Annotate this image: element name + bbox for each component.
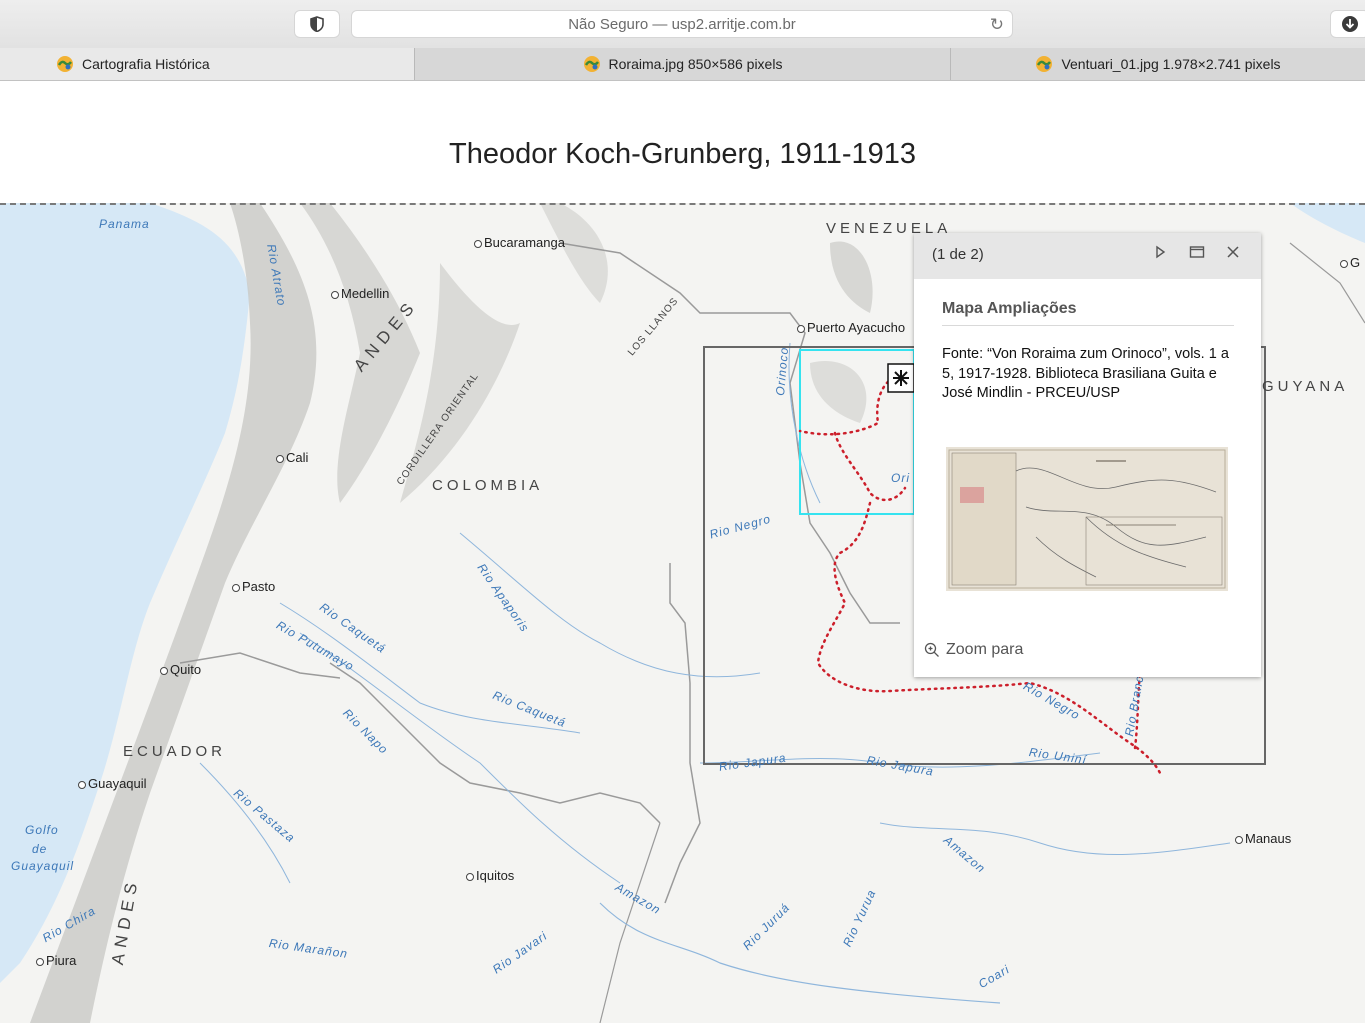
- tab-ventuari[interactable]: Ventuari_01.jpg 1.978×2.741 pixels: [951, 48, 1365, 80]
- city-label: Guayaquil: [78, 776, 147, 791]
- zoom-label: Zoom para: [946, 641, 1024, 658]
- country-label: GUYANA: [1262, 378, 1349, 395]
- tab-label: Ventuari_01.jpg 1.978×2.741 pixels: [1061, 56, 1281, 72]
- play-next-icon: [1156, 245, 1166, 259]
- city-label: Pasto: [232, 579, 275, 594]
- city-label: Cali: [276, 450, 308, 465]
- city-label: G: [1340, 255, 1360, 270]
- popup-title: Mapa Ampliações: [942, 300, 1077, 317]
- address-bar[interactable]: Não Seguro — usp2.arritje.com.br ↻: [351, 10, 1013, 38]
- tab-bar: Cartografia Histórica Roraima.jpg 850×58…: [0, 48, 1365, 81]
- zoom-in-icon: [924, 642, 939, 657]
- close-button[interactable]: [1226, 245, 1240, 264]
- favicon-icon: [583, 56, 600, 72]
- download-icon: [1342, 16, 1358, 32]
- city-label: Quito: [160, 662, 201, 677]
- tab-cartografia[interactable]: Cartografia Histórica: [0, 48, 414, 80]
- water-label: Panama: [99, 217, 150, 231]
- country-label: ECUADOR: [123, 743, 227, 760]
- next-feature-button[interactable]: [1154, 245, 1166, 264]
- url-text: Não Seguro — usp2.arritje.com.br: [568, 15, 796, 33]
- city-label: Piura: [36, 953, 76, 968]
- tab-label: Cartografia Histórica: [82, 56, 210, 72]
- favicon-icon: [57, 56, 73, 72]
- popup-header: (1 de 2): [914, 233, 1261, 279]
- feature-popup: (1 de 2) Mapa Ampliações Fonte: “Von Ror…: [914, 233, 1261, 677]
- privacy-shield-button[interactable]: [294, 10, 340, 38]
- water-label: de: [32, 842, 48, 856]
- map-top-border: [0, 203, 1365, 205]
- popup-count: (1 de 2): [932, 246, 984, 263]
- river-label: Ori: [891, 471, 910, 485]
- shield-icon: [310, 16, 324, 32]
- zoom-to-button[interactable]: Zoom para: [924, 641, 1023, 659]
- dock-button[interactable]: [1189, 245, 1205, 264]
- water-label: Golfo: [25, 823, 59, 837]
- browser-toolbar: Não Seguro — usp2.arritje.com.br ↻: [0, 0, 1365, 49]
- favicon-icon: [1036, 56, 1053, 72]
- city-label: Bucaramanga: [474, 235, 565, 250]
- close-icon: [1227, 246, 1239, 258]
- downloads-button[interactable]: [1330, 10, 1365, 38]
- page-title: Theodor Koch-Grunberg, 1911-1913: [449, 138, 916, 170]
- map-thumbnail-image[interactable]: [946, 447, 1228, 591]
- city-label: Medellin: [331, 286, 389, 301]
- tab-roraima[interactable]: Roraima.jpg 850×586 pixels: [415, 48, 950, 80]
- city-label: Puerto Ayacucho: [797, 320, 905, 335]
- reload-icon[interactable]: ↻: [990, 15, 1004, 35]
- tab-label: Roraima.jpg 850×586 pixels: [608, 56, 783, 72]
- popup-description: Fonte: “Von Roraima zum Orinoco”, vols. …: [942, 346, 1229, 401]
- divider: [942, 325, 1234, 326]
- maximize-icon: [1189, 246, 1205, 258]
- country-label: COLOMBIA: [432, 477, 544, 494]
- city-label: Iquitos: [466, 868, 514, 883]
- city-label: Manaus: [1235, 831, 1291, 846]
- water-label: Guayaquil: [11, 859, 75, 873]
